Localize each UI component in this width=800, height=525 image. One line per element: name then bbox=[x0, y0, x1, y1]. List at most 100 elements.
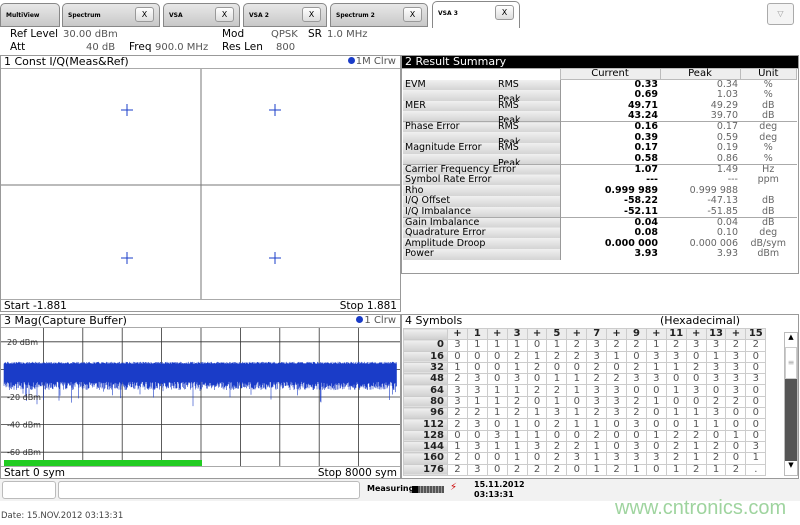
symbol-cell: 2 bbox=[685, 463, 707, 476]
symbol-cell: 0 bbox=[486, 463, 508, 476]
metric-name: Rho bbox=[405, 184, 424, 196]
row-offset: 80 bbox=[403, 395, 448, 409]
status-time: 03:13:31 bbox=[474, 490, 514, 499]
tab-spectrum[interactable]: Spectrum X bbox=[62, 3, 160, 27]
header-blank bbox=[403, 68, 560, 80]
current-value: 43.24 bbox=[627, 110, 658, 122]
symbol-cell: 0 bbox=[705, 384, 727, 397]
symbol-cell: 2 bbox=[705, 440, 727, 454]
symbol-cell: 2 bbox=[546, 440, 568, 454]
tab-vsa-3[interactable]: VSA 3 X bbox=[432, 1, 520, 28]
scroll-track[interactable] bbox=[785, 379, 797, 461]
symbol-cell: 2 bbox=[665, 452, 687, 465]
magnitude-plot: 20 dBm -20 dBm -40 dBm -60 dBm bbox=[1, 328, 400, 466]
symbol-cell: 3 bbox=[705, 373, 727, 386]
symbols-scrollbar[interactable]: ▲ ≡ ▼ bbox=[784, 332, 798, 476]
tab-dropdown-button[interactable]: ▽ bbox=[767, 3, 794, 25]
symbol-cell: 0 bbox=[745, 384, 767, 397]
tab-close-button[interactable]: X bbox=[135, 7, 154, 22]
column-header: + bbox=[566, 327, 588, 341]
symbol-cell: 1 bbox=[665, 463, 687, 476]
freq-value: 900.0 MHz bbox=[155, 42, 209, 53]
symbol-cell: 2 bbox=[665, 429, 687, 442]
symbol-cell: 2 bbox=[725, 463, 747, 476]
peak-value: 0.17 bbox=[716, 121, 738, 133]
tab-close-button[interactable]: X bbox=[495, 5, 514, 20]
symbol-cell: 2 bbox=[546, 350, 568, 363]
header-row: Current Peak Unit bbox=[403, 68, 797, 80]
symbol-cell: 0 bbox=[466, 429, 488, 442]
scroll-thumb[interactable]: ≡ bbox=[785, 347, 797, 379]
symbol-cell: 0 bbox=[606, 361, 628, 375]
symbol-cell: 1 bbox=[586, 452, 608, 465]
symbol-cell: 2 bbox=[685, 361, 707, 375]
symbol-cell: 3 bbox=[447, 395, 468, 409]
symbol-cell: 0 bbox=[486, 418, 508, 431]
symbol-cell: 3 bbox=[725, 384, 747, 397]
symbol-cell: 2 bbox=[705, 452, 727, 465]
symbol-cell: 1 bbox=[725, 429, 747, 442]
symbol-cell: 1 bbox=[466, 395, 488, 409]
symbol-cell: 2 bbox=[447, 373, 468, 386]
column-header: + bbox=[486, 327, 508, 341]
tab-vsa-2[interactable]: VSA 2 X bbox=[243, 3, 327, 27]
status-field-1[interactable] bbox=[2, 481, 56, 499]
constellation-point bbox=[121, 104, 133, 116]
row-label: Peak bbox=[403, 90, 561, 105]
symbol-cell: 0 bbox=[626, 429, 647, 442]
constellation-title: 1 Const I/Q(Meas&Ref) bbox=[4, 55, 129, 68]
symbol-cell: 0 bbox=[486, 361, 508, 375]
row-offset: 32 bbox=[403, 361, 448, 375]
symbol-cell: 3 bbox=[586, 350, 608, 363]
ref-level-value: 30.00 dBm bbox=[63, 29, 118, 40]
tab-bar: MultiView Spectrum X VSA X VSA 2 X Spectrum 2XV… bbox=[0, 0, 800, 28]
symbol-cell: 0 bbox=[725, 418, 747, 431]
symbol-cell: 1 bbox=[506, 361, 528, 375]
symbol-cell: 2 bbox=[626, 395, 647, 409]
table-row: 160 2 0 0 1 0 2 3 1 3 3 3 2 1 2 0 1 bbox=[403, 452, 767, 465]
trace-indicator: 1M Clrw bbox=[347, 56, 396, 68]
tab-vsa[interactable]: VSA X bbox=[163, 3, 240, 27]
symbol-cell: 2 bbox=[725, 395, 747, 409]
tab-multiview[interactable]: MultiView bbox=[0, 3, 60, 27]
start-label: Start -1.881 bbox=[4, 300, 67, 312]
symbol-cell: 0 bbox=[466, 452, 488, 465]
metric-name: I/Q Imbalance bbox=[405, 205, 471, 217]
scroll-up-icon[interactable]: ▲ bbox=[785, 333, 797, 347]
symbol-cell: 2 bbox=[586, 407, 608, 420]
symbol-cell: 0 bbox=[526, 373, 548, 386]
symbol-cell: 3 bbox=[685, 339, 707, 352]
symbol-cell: 1 bbox=[486, 384, 508, 397]
tab-close-button[interactable]: X bbox=[302, 7, 321, 22]
symbol-cell: 2 bbox=[506, 350, 528, 363]
freq-label: Freq bbox=[129, 41, 152, 53]
table-row: 144 1 3 1 1 3 2 2 1 0 3 0 2 1 2 0 3 bbox=[403, 440, 767, 454]
att-label: Att bbox=[10, 41, 26, 53]
symbol-cell: 3 bbox=[466, 373, 488, 386]
symbol-cell: 3 bbox=[705, 361, 727, 375]
scroll-down-icon[interactable]: ▼ bbox=[785, 461, 797, 475]
symbol-cell: 3 bbox=[586, 339, 608, 352]
symbol-cell: 1 bbox=[665, 384, 687, 397]
row-offset: 144 bbox=[403, 440, 448, 454]
tab-close-button[interactable]: X bbox=[215, 7, 234, 22]
tab-close-button[interactable]: X bbox=[403, 7, 422, 22]
symbol-cell: 0 bbox=[645, 407, 667, 420]
symbol-cell: 0 bbox=[486, 350, 508, 363]
symbol-cell: 1 bbox=[447, 361, 468, 375]
panel-title: 1 Const I/Q(Meas&Ref) 1M Clrw bbox=[1, 56, 400, 69]
y-tick-label: 20 dBm bbox=[7, 338, 38, 347]
panel-title: 3 Mag(Capture Buffer) 1 Clrw bbox=[1, 315, 400, 328]
table-row: Phase Error RMS 0.16 0.17 deg bbox=[403, 121, 797, 133]
symbol-cell: 0 bbox=[626, 350, 647, 363]
metric-name: Phase Error bbox=[405, 121, 460, 133]
tab-spectrum-2[interactable]: Spectrum 2 X bbox=[330, 3, 428, 27]
symbol-cell: 2 bbox=[665, 440, 687, 454]
symbol-cell: 2 bbox=[586, 373, 608, 386]
symbol-cell: 0 bbox=[645, 463, 667, 476]
column-header: + bbox=[645, 327, 667, 341]
peak-value: 39.70 bbox=[710, 110, 738, 122]
symbols-format: (Hexadecimal) bbox=[660, 314, 741, 327]
symbol-cell: 3 bbox=[645, 452, 667, 465]
symbol-cell: 0 bbox=[685, 350, 707, 363]
